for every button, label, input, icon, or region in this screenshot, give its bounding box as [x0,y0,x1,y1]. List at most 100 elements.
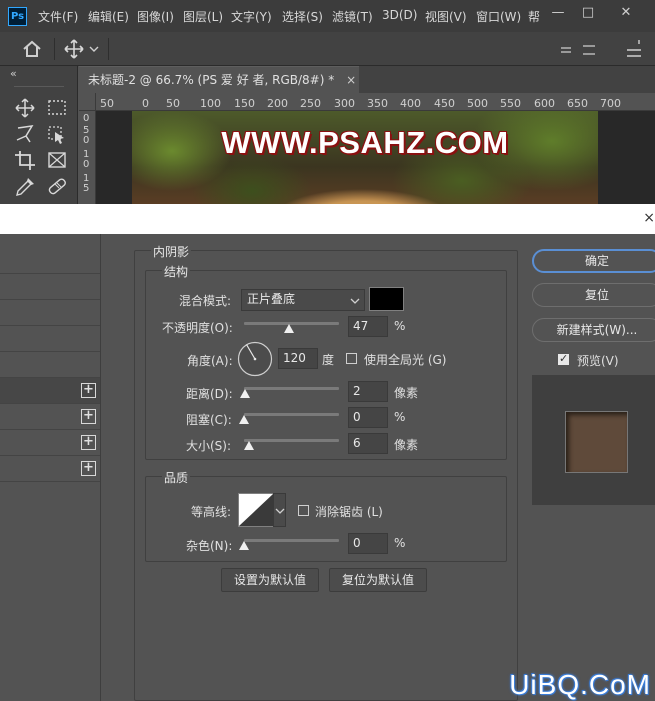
blend-mode-select[interactable]: 正片叠底 [241,289,365,311]
distance-slider-thumb[interactable] [240,389,250,398]
align-icon[interactable] [560,46,572,56]
style-row[interactable] [0,352,100,378]
close-tab-icon[interactable]: × [346,73,356,87]
global-light-checkbox[interactable] [346,353,357,364]
ruler-tick-label: 300 [334,97,355,110]
noise-slider-thumb[interactable] [239,541,249,550]
style-row[interactable] [0,248,100,274]
menu-filter[interactable]: 滤镜(T) [332,8,373,25]
add-style-icon[interactable]: + [81,435,96,450]
choke-unit: % [394,410,406,424]
distance-input[interactable]: 2 [348,381,388,402]
document-tab-title: 未标题-2 @ 66.7% (PS 爱 好 者, RGB/8#) * [88,73,335,87]
collapse-panel-icon[interactable]: « [10,67,17,80]
size-slider[interactable] [244,439,339,442]
panel-menu-icon[interactable] [625,38,643,60]
menu-layer[interactable]: 图层(L) [183,8,223,25]
canvas-image[interactable]: WWW.PSAHZ.COM [132,111,598,204]
noise-input[interactable]: 0 [348,533,388,554]
style-row[interactable] [0,326,100,352]
angle-dial-icon[interactable] [237,341,273,377]
ruler-tick-label: 200 [267,97,288,110]
crop-icon[interactable] [13,149,37,171]
ruler-tick-label: 600 [534,97,555,110]
style-row-selected[interactable]: + [0,378,100,404]
add-style-icon[interactable]: + [81,383,96,398]
add-style-icon[interactable]: + [81,461,96,476]
frame-icon[interactable] [45,149,69,171]
horizontal-ruler[interactable]: 50 0 50 100 150 200 250 300 350 400 450 … [96,93,655,111]
ruler-tick-label: 700 [600,97,621,110]
style-row[interactable]: + [0,404,100,430]
preview-checkbox[interactable] [558,352,569,365]
chevron-down-icon [275,508,285,514]
menu-type[interactable]: 文字(Y) [231,8,272,25]
style-row[interactable] [0,300,100,326]
menu-file[interactable]: 文件(F) [38,8,78,25]
antialias-checkbox[interactable] [298,505,309,516]
reset-default-button[interactable]: 复位为默认值 [329,568,427,592]
healing-brush-icon[interactable] [45,175,69,197]
close-icon[interactable]: × [643,210,655,226]
opacity-slider-thumb[interactable] [283,324,294,333]
structure-title: 结构 [162,263,191,280]
object-select-icon[interactable] [45,123,69,145]
menu-help[interactable]: 帮 [528,8,540,25]
menu-view[interactable]: 视图(V) [425,8,467,25]
distance-unit: 像素 [394,386,419,400]
move-tool-icon[interactable] [64,39,84,59]
reset-button[interactable]: 复位 [532,283,655,307]
menu-image[interactable]: 图像(I) [137,8,174,25]
noise-unit: % [394,536,406,550]
vertical-ruler[interactable]: 0 5 0 1 0 1 5 [79,111,96,204]
size-input[interactable]: 6 [348,433,388,454]
menu-3d[interactable]: 3D(D) [382,8,417,22]
angle-input[interactable]: 120 [278,348,318,369]
opacity-input[interactable]: 47 [348,316,388,337]
ruler-tick-label: 0 [83,113,90,124]
contour-dropdown[interactable] [273,493,286,527]
eyedropper-icon[interactable] [13,175,37,197]
contour-preview-icon[interactable] [238,493,274,527]
ok-button[interactable]: 确定 [532,249,655,273]
inner-shadow-title: 内阴影 [151,243,192,260]
menu-window[interactable]: 窗口(W) [476,8,521,25]
opacity-unit: % [394,319,406,333]
ruler-tick-label: 150 [234,97,255,110]
lasso-icon[interactable] [13,123,37,145]
ruler-tick-label: 50 [100,97,114,110]
ruler-tick-label: 0 [83,135,90,146]
photoshop-logo-icon: Ps [8,7,27,26]
add-style-icon[interactable]: + [81,409,96,424]
minimize-button[interactable]: — [544,2,572,26]
document-tab[interactable]: 未标题-2 @ 66.7% (PS 爱 好 者, RGB/8#) * × [79,66,359,93]
angle-label: 角度(A): [187,354,233,368]
restore-button[interactable]: □ [574,2,602,26]
workspace-icon[interactable] [582,44,596,56]
choke-slider-thumb[interactable] [239,415,249,424]
home-icon[interactable] [22,40,42,58]
size-slider-thumb[interactable] [244,441,254,450]
canvas-watermark-text: WWW.PSAHZ.COM [221,125,509,160]
choke-input[interactable]: 0 [348,407,388,428]
style-row[interactable]: + [0,430,100,456]
ruler-origin[interactable] [79,93,96,111]
style-row[interactable] [0,274,100,300]
ruler-tick-label: 650 [567,97,588,110]
ruler-tick-label: 450 [434,97,455,110]
choke-slider[interactable] [244,413,339,416]
distance-label: 距离(D): [186,387,233,401]
marquee-icon[interactable] [45,97,69,119]
preview-swatch [565,411,628,473]
menu-select[interactable]: 选择(S) [282,8,323,25]
chevron-down-icon[interactable] [89,45,99,53]
new-style-button[interactable]: 新建样式(W)... [532,318,655,342]
close-window-button[interactable]: ✕ [612,2,640,26]
style-row[interactable]: + [0,456,100,482]
noise-slider[interactable] [244,539,339,542]
distance-slider[interactable] [244,387,339,390]
set-default-button[interactable]: 设置为默认值 [221,568,319,592]
menu-edit[interactable]: 编辑(E) [88,8,129,25]
shadow-color-swatch[interactable] [369,287,404,311]
move-icon[interactable] [13,97,37,119]
